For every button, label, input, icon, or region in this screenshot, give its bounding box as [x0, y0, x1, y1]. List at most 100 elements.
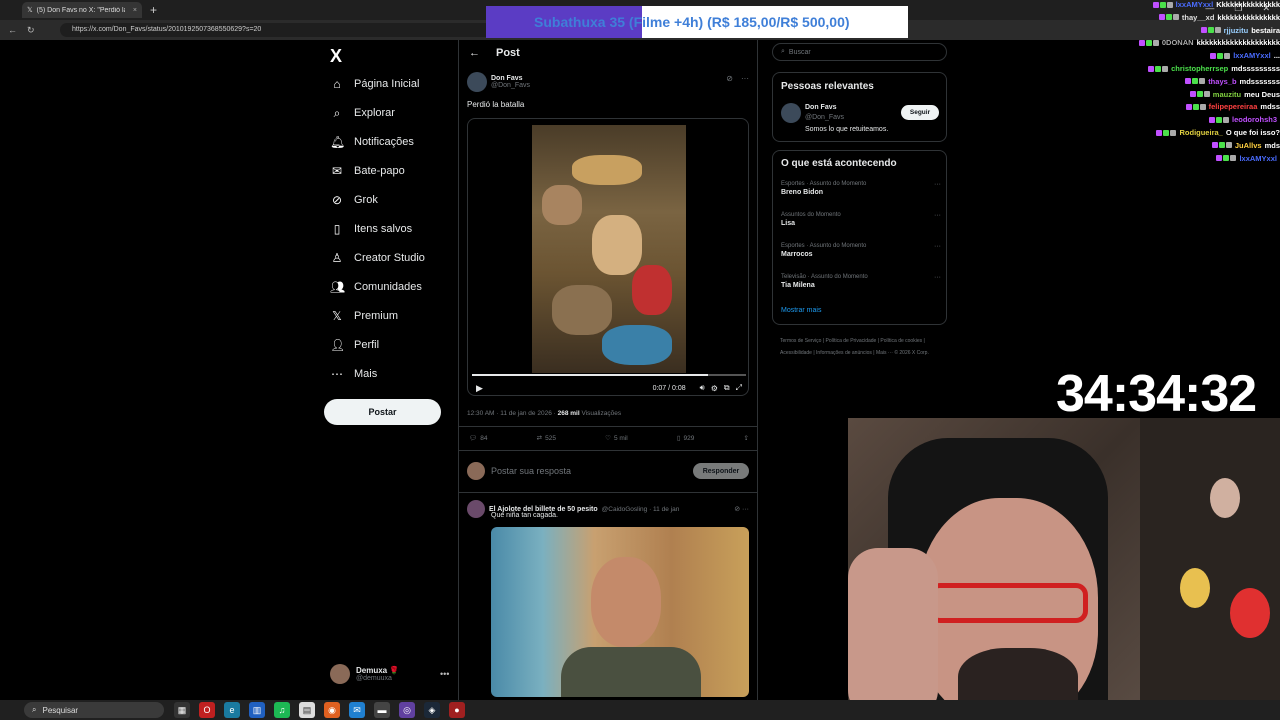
share-button[interactable]: ⇪: [744, 434, 749, 442]
chat-username[interactable]: 0DONAN: [1162, 38, 1194, 47]
chat-username[interactable]: christopherrsep: [1171, 64, 1228, 73]
repost-button[interactable]: ⇄ 525: [537, 434, 556, 443]
avatar[interactable]: [781, 103, 801, 123]
nav-item-chat[interactable]: ✉ Bate-papo: [330, 161, 405, 181]
nav-item-more[interactable]: ⋯ Mais: [330, 364, 377, 384]
chat-badge-icon: [1192, 103, 1199, 110]
reply-author-handle[interactable]: @CaidoGosling · 11 de jan: [602, 506, 680, 513]
volume-icon[interactable]: 🔊︎: [700, 383, 705, 393]
steam-icon[interactable]: ◈: [424, 702, 440, 718]
browser-tab[interactable]: 𝕏 (5) Don Favs no X: "Perdió la batalla"…: [22, 2, 142, 18]
chat-username[interactable]: lxxAMYxxl: [1233, 51, 1271, 60]
account-menu-icon[interactable]: •••: [440, 669, 449, 679]
x-logo-icon[interactable]: X: [330, 46, 342, 67]
play-icon[interactable]: ▶: [476, 383, 483, 394]
nav-item-profile[interactable]: 👤︎ Perfil: [330, 335, 379, 355]
trend-item[interactable]: Assuntos do Momento Lisa ···: [781, 212, 941, 227]
video-progress-bar[interactable]: [472, 374, 746, 376]
search-input[interactable]: ⌕ Buscar: [772, 43, 947, 61]
chat-username[interactable]: rjjuzitu: [1224, 26, 1249, 35]
nav-item-home[interactable]: ⌂ Página Inicial: [330, 74, 419, 94]
nav-item-explore[interactable]: ⌕ Explorar: [330, 103, 395, 123]
chat-badge-icon: [1211, 142, 1218, 149]
trend-item[interactable]: Televisão · Assunto do Momento Tia Milena…: [781, 274, 941, 289]
reload-icon[interactable]: ↻: [27, 25, 35, 36]
close-tab-icon[interactable]: ×: [133, 7, 137, 14]
footer-links[interactable]: Termos de Serviço | Política de Privacid…: [780, 335, 945, 359]
account-switcher[interactable]: Demuxa 🌹 @demuuxa: [330, 664, 399, 684]
nav-item-communities[interactable]: 👥︎ Comunidades: [330, 277, 422, 297]
mail-app-icon[interactable]: ✉: [349, 702, 365, 718]
show-more-link[interactable]: Mostrar mais: [781, 307, 821, 314]
reply-media[interactable]: [491, 527, 749, 697]
chat-username[interactable]: lxxAMYxxl: [1176, 0, 1214, 9]
edge-icon[interactable]: e: [224, 702, 240, 718]
trend-item[interactable]: Esportes · Assunto do Momento Marrocos ···: [781, 243, 941, 258]
spotify-icon[interactable]: ♫: [274, 702, 290, 718]
files-icon[interactable]: ▤: [299, 702, 315, 718]
views-label: Visualizações: [579, 410, 622, 417]
opera-icon[interactable]: O: [199, 702, 215, 718]
chat-message: rjjuzitu bestaira: [1200, 26, 1280, 35]
more-options-icon[interactable]: ⊘ ···: [734, 505, 749, 513]
nav-item-creator-studio[interactable]: ♙ Creator Studio: [330, 248, 425, 268]
nav-label: Grok: [354, 194, 378, 206]
relevant-handle[interactable]: @Don_Favs: [805, 114, 844, 121]
chat-username[interactable]: JuAllvs: [1235, 141, 1262, 150]
chat-message: thay__xd kkkkkkkkkkkkkkk: [1158, 12, 1280, 22]
chat-username[interactable]: Rodigueira_: [1179, 128, 1222, 137]
trend-item[interactable]: Esportes · Assunto do Momento Breno Bidon…: [781, 181, 941, 196]
follow-button[interactable]: Seguir: [901, 105, 939, 120]
taskbar-search[interactable]: ⌕ Pesquisar: [24, 702, 164, 718]
chat-badge-icon: [1225, 142, 1232, 149]
nav-label: Notificações: [354, 136, 414, 148]
reply-submit-button[interactable]: Responder: [693, 463, 749, 479]
firefox-icon[interactable]: ◉: [324, 702, 340, 718]
back-arrow-icon[interactable]: ←: [469, 47, 480, 59]
chat-text: kkkkkkkkkkkkkkk: [1217, 12, 1280, 22]
chat-username[interactable]: lxxAMYxxl: [1239, 154, 1277, 163]
new-tab-button[interactable]: +: [150, 3, 157, 17]
chat-username[interactable]: leodorohsh3: [1232, 115, 1277, 124]
author-handle[interactable]: @Don_Favs: [491, 82, 530, 89]
pip-icon[interactable]: ⧉: [724, 383, 730, 393]
chat-badge-icon: [1224, 52, 1231, 59]
nav-item-bookmarks[interactable]: ▯ Itens salvos: [330, 219, 412, 239]
chat-badges: [1158, 14, 1179, 21]
reply-author-avatar[interactable]: [467, 500, 485, 518]
more-options-icon[interactable]: ···: [741, 74, 749, 83]
post-timestamp[interactable]: 12:30 AM · 11 de jan de 2026 ·: [467, 410, 558, 417]
more-options-icon[interactable]: ···: [934, 212, 941, 219]
author-name[interactable]: Don Favs: [491, 75, 530, 82]
chat-message: lxxAMYxxl Kkkkkkkkkkkkkkk: [1152, 0, 1280, 9]
more-options-icon[interactable]: ···: [934, 274, 941, 281]
post-author[interactable]: Don Favs @Don_Favs: [467, 72, 530, 92]
author-avatar[interactable]: [467, 72, 487, 92]
settings-gear-icon[interactable]: ⚙: [711, 384, 718, 393]
reply-button[interactable]: 💬︎ 84: [469, 434, 488, 443]
fullscreen-icon[interactable]: ⤢: [736, 383, 742, 393]
reply-input[interactable]: Postar sua resposta: [491, 466, 571, 476]
nav-item-premium[interactable]: 𝕏 Premium: [330, 306, 398, 326]
post-button[interactable]: Postar: [324, 399, 441, 425]
video-player[interactable]: ▶ 0:07 / 0:08 🔊︎ ⚙ ⧉ ⤢: [467, 118, 749, 396]
chat-username[interactable]: thay__xd: [1182, 13, 1215, 22]
task-view-icon[interactable]: ▦: [174, 702, 190, 718]
like-button[interactable]: ♡ 5 mil: [605, 434, 628, 443]
folder-icon[interactable]: ▬: [374, 702, 390, 718]
bookmark-button[interactable]: ▯ 929: [677, 434, 694, 443]
grok-icon[interactable]: ⊘: [726, 74, 733, 83]
chat-username[interactable]: thays_b: [1208, 77, 1236, 86]
record-icon[interactable]: ●: [449, 702, 465, 718]
nav-item-notifications[interactable]: 🔔︎ Notificações: [330, 132, 414, 152]
nav-item-grok[interactable]: ⊘ Grok: [330, 190, 378, 210]
chat-username[interactable]: felipepereiraa: [1209, 102, 1258, 111]
more-options-icon[interactable]: ···: [934, 181, 941, 188]
post-text: Perdió la batalla: [467, 100, 525, 109]
more-options-icon[interactable]: ···: [934, 243, 941, 250]
relevant-name[interactable]: Don Favs: [805, 104, 837, 111]
back-nav-icon[interactable]: ←: [8, 25, 17, 35]
trello-icon[interactable]: ▥: [249, 702, 265, 718]
obs-icon[interactable]: ◎: [399, 702, 415, 718]
chat-username[interactable]: mauzitu: [1213, 90, 1241, 99]
